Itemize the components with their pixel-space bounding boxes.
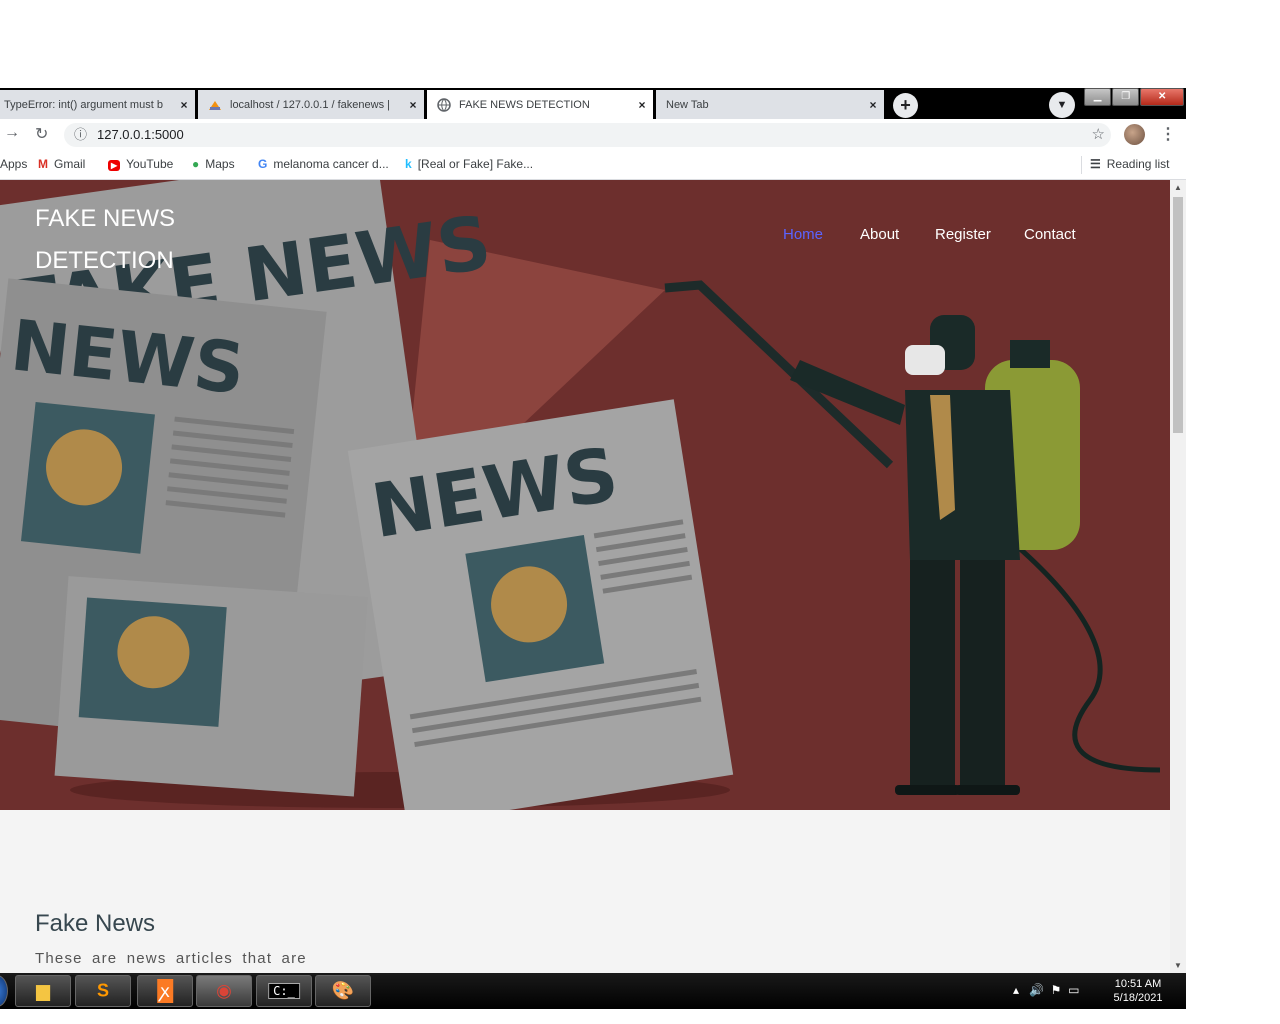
- tab-new-tab[interactable]: New Tab ×: [656, 90, 884, 119]
- nav-home[interactable]: Home: [783, 226, 823, 243]
- menu-kebab-icon[interactable]: ⋮: [1160, 124, 1176, 144]
- browser-window: TypeError: int() argument must b × local…: [0, 88, 1186, 973]
- hero-banner: FAKE NEWS NEWS NEWS FAKE NEWS DETECTION …: [0, 180, 1170, 810]
- tab-title: FAKE NEWS DETECTION: [459, 98, 590, 111]
- minimize-icon[interactable]: ▁: [1084, 88, 1112, 106]
- tab-typeerror[interactable]: TypeError: int() argument must b ×: [0, 90, 195, 119]
- nav-register[interactable]: Register: [935, 226, 991, 243]
- chrome-icon: ◉: [216, 980, 232, 1001]
- bookmarks-bar: Apps M Gmail ▶ YouTube ● Maps Gmelanoma can…: [0, 151, 1186, 180]
- xampp-icon: ꭗ: [157, 979, 173, 1003]
- bookmark-apps[interactable]: Apps: [0, 157, 27, 171]
- bookmark-youtube[interactable]: ▶ YouTube: [108, 157, 173, 171]
- tray-expand-icon[interactable]: ▴: [1013, 983, 1019, 997]
- tab-title: TypeError: int() argument must b: [4, 98, 163, 111]
- scroll-up-arrow-icon[interactable]: ▲: [1174, 183, 1182, 192]
- new-tab-button[interactable]: +: [893, 93, 918, 118]
- bookmark-real-or-fake[interactable]: k [Real or Fake] Fake...: [405, 157, 533, 171]
- brand-line-2: DETECTION: [35, 247, 174, 274]
- tab-phpmyadmin[interactable]: localhost / 127.0.0.1 / fakenews | ×: [198, 90, 424, 119]
- forward-arrow-icon[interactable]: →: [4, 124, 20, 142]
- tab-close-icon[interactable]: ×: [862, 98, 884, 112]
- sublime-text-icon: S: [96, 980, 110, 1001]
- system-tray: ▴ 🔊 ⚑ ▭: [1013, 983, 1079, 997]
- start-orb-icon[interactable]: [0, 975, 8, 1007]
- tab-title: localhost / 127.0.0.1 / fakenews |: [230, 98, 391, 111]
- reload-icon[interactable]: ↻: [35, 124, 48, 144]
- url-text: 127.0.0.1:5000: [97, 127, 184, 142]
- scroll-down-arrow-icon[interactable]: ▼: [1174, 961, 1182, 970]
- site-brand[interactable]: FAKE NEWS DETECTION: [35, 198, 175, 282]
- taskbar-clock[interactable]: 10:51 AM 5/18/2021: [1104, 977, 1172, 1005]
- taskbar-chrome[interactable]: ◉: [196, 975, 252, 1007]
- network-icon[interactable]: ▭: [1068, 983, 1079, 997]
- section-title: Fake News: [35, 910, 156, 937]
- tab-close-icon[interactable]: ×: [631, 98, 653, 112]
- globe-favicon-icon: [437, 97, 451, 112]
- bookmark-star-icon[interactable]: ☆: [1092, 123, 1105, 147]
- reading-list-button[interactable]: ☰ Reading list: [1090, 157, 1169, 171]
- clock-date: 5/18/2021: [1113, 992, 1163, 1004]
- site-info-icon[interactable]: ⓘ: [74, 123, 87, 147]
- window-close-icon[interactable]: ✕: [1140, 88, 1184, 106]
- taskbar-paint[interactable]: 🎨: [315, 975, 371, 1007]
- bookmarks-separator: [1081, 156, 1082, 174]
- tab-title: New Tab: [666, 98, 709, 111]
- scroll-thumb[interactable]: [1173, 197, 1183, 433]
- address-bar[interactable]: ⓘ 127.0.0.1:5000 ☆: [64, 123, 1111, 147]
- bookmark-label: melanoma cancer d...: [273, 157, 389, 171]
- taskbar-cmd[interactable]: C:_: [256, 975, 312, 1007]
- command-prompt-icon: C:_: [268, 983, 300, 999]
- action-center-flag-icon[interactable]: ⚑: [1051, 983, 1062, 997]
- bookmark-label: Apps: [0, 157, 28, 171]
- paint-palette-icon: 🎨: [331, 980, 355, 1001]
- bookmark-gmail[interactable]: M Gmail: [38, 157, 85, 171]
- gmail-icon: M: [38, 157, 48, 171]
- bookmark-label: YouTube: [126, 157, 174, 171]
- kaggle-k-icon: k: [405, 157, 412, 171]
- profile-avatar[interactable]: [1124, 124, 1145, 145]
- tab-close-icon[interactable]: ×: [402, 98, 424, 112]
- reading-list-icon: ☰: [1090, 157, 1101, 171]
- hero-illustration: FAKE NEWS NEWS NEWS: [0, 180, 1161, 810]
- brand-line-1: FAKE NEWS: [35, 205, 176, 232]
- nav-about[interactable]: About: [860, 226, 899, 243]
- tab-strip: TypeError: int() argument must b × local…: [0, 88, 1186, 119]
- bookmark-maps[interactable]: ● Maps: [192, 157, 235, 171]
- youtube-icon: ▶: [108, 160, 121, 171]
- bookmark-label: Maps: [205, 157, 235, 171]
- page-viewport: FAKE NEWS NEWS NEWS FAKE NEWS DETECTION …: [0, 180, 1170, 973]
- nav-contact[interactable]: Contact: [1024, 226, 1076, 243]
- taskbar-xampp[interactable]: ꭗ: [137, 975, 193, 1007]
- bookmark-label: [Real or Fake] Fake...: [417, 157, 534, 171]
- reading-list-label: Reading list: [1106, 157, 1170, 171]
- windows-taskbar: ▆ S ꭗ ◉ C:_ 🎨 ▴ 🔊 ⚑ ▭ 10:51 AM 5/18/2021: [0, 973, 1186, 1009]
- google-g-icon: G: [258, 157, 268, 171]
- volume-icon[interactable]: 🔊: [1029, 983, 1044, 997]
- section-text: These are news articles that are: [35, 950, 307, 967]
- restore-icon[interactable]: ❐: [1112, 88, 1140, 106]
- folder-icon: ▆: [36, 980, 50, 1001]
- taskbar-explorer[interactable]: ▆: [15, 975, 71, 1007]
- tab-fake-news-detection[interactable]: FAKE NEWS DETECTION ×: [427, 90, 653, 119]
- bookmark-label: Gmail: [54, 157, 86, 171]
- clock-time: 10:51 AM: [1114, 978, 1162, 990]
- browser-toolbar: → ↻ ⓘ 127.0.0.1:5000 ☆ ⋮: [0, 119, 1186, 151]
- taskbar-sublime[interactable]: S: [75, 975, 131, 1007]
- phpmyadmin-favicon-icon: [208, 98, 222, 112]
- page-scrollbar[interactable]: ▲ ▼: [1170, 180, 1186, 973]
- tab-close-icon[interactable]: ×: [173, 98, 195, 112]
- bookmark-melanoma[interactable]: Gmelanoma cancer d...: [258, 157, 389, 171]
- maps-pin-icon: ●: [192, 157, 200, 171]
- tab-search-chevron-icon[interactable]: ▼: [1049, 92, 1075, 118]
- window-controls: ▁ ❐ ✕: [1084, 88, 1185, 106]
